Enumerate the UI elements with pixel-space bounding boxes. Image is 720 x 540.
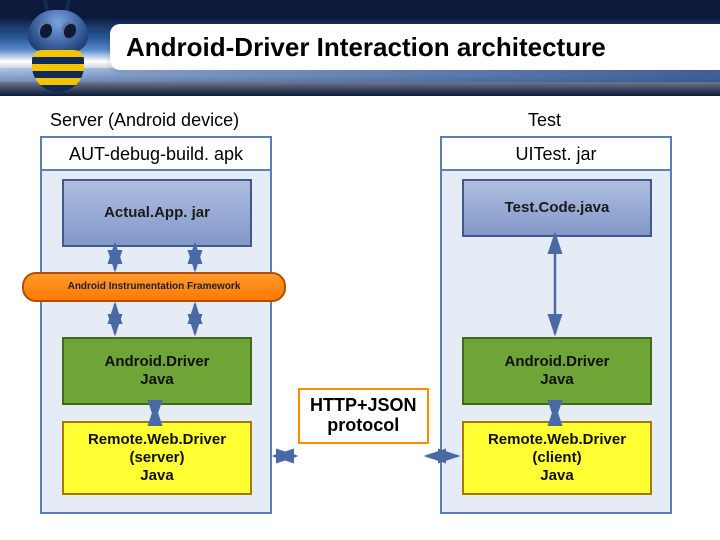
test-code-box: Test.Code.java — [462, 179, 652, 237]
title-container: Android-Driver Interaction architecture — [110, 24, 720, 70]
actual-app-box: Actual.App. jar — [62, 179, 252, 247]
server-container-title: AUT-debug-build. apk — [42, 138, 270, 171]
test-column-label: Test — [528, 110, 561, 131]
bee-mascot-icon — [10, 0, 106, 100]
protocol-box: HTTP+JSON protocol — [298, 388, 429, 444]
server-driver-box: Android.Driver Java — [62, 337, 252, 405]
header-accent — [0, 68, 720, 82]
slide-title: Android-Driver Interaction architecture — [126, 32, 606, 63]
server-remote-box: Remote.Web.Driver (server) Java — [62, 421, 252, 495]
test-container-title: UITest. jar — [442, 138, 670, 171]
test-container: UITest. jar Test.Code.java Android.Drive… — [440, 136, 672, 514]
test-remote-box: Remote.Web.Driver (client) Java — [462, 421, 652, 495]
architecture-diagram: Server (Android device) Test AUT-debug-b… — [30, 110, 690, 520]
test-driver-box: Android.Driver Java — [462, 337, 652, 405]
instrumentation-framework-box: Android Instrumentation Framework — [22, 272, 286, 302]
server-column-label: Server (Android device) — [50, 110, 239, 131]
server-container: AUT-debug-build. apk Actual.App. jar And… — [40, 136, 272, 514]
